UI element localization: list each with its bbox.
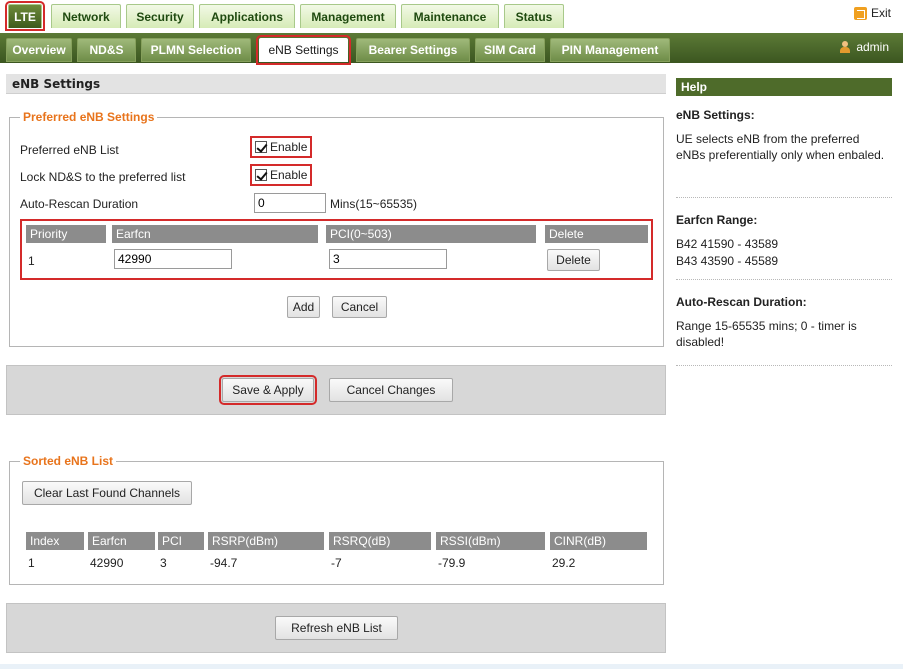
- cancel-changes-button[interactable]: Cancel Changes: [329, 378, 453, 402]
- preferred-enb-list-label: Preferred eNB List: [20, 143, 119, 157]
- cancel-button[interactable]: Cancel: [332, 296, 387, 318]
- subtab-plmn-selection[interactable]: PLMN Selection: [141, 38, 251, 62]
- tab-status[interactable]: Status: [504, 4, 564, 28]
- auto-rescan-unit: Mins(15~65535): [330, 197, 418, 211]
- col-rsrq: RSRQ(dB): [329, 532, 431, 550]
- col-earfcn: Earfcn: [112, 225, 318, 243]
- col-priority: Priority: [26, 225, 106, 243]
- tab-lte[interactable]: LTE: [5, 1, 45, 31]
- help-earfcn-line2: B43 43590 - 45589: [676, 254, 779, 268]
- preferred-enb-list-enable[interactable]: Enable: [250, 136, 313, 158]
- exit-link[interactable]: Exit: [853, 6, 891, 20]
- col-rssi: RSSI(dBm): [436, 532, 545, 550]
- help-rescan-title: Auto-Rescan Duration:: [676, 295, 807, 309]
- refresh-enb-list-button[interactable]: Refresh eNB List: [275, 616, 398, 640]
- help-divider: [676, 365, 892, 366]
- lock-nds-enable[interactable]: Enable: [250, 164, 313, 186]
- tab-applications[interactable]: Applications: [199, 4, 295, 28]
- col-index: Index: [26, 532, 84, 550]
- subtab-sim-card[interactable]: SIM Card: [475, 38, 545, 62]
- tab-maintenance[interactable]: Maintenance: [401, 4, 499, 28]
- save-apply-button[interactable]: Save & Apply: [219, 375, 317, 405]
- sorted-enb-legend: Sorted eNB List: [20, 454, 117, 468]
- help-enb-settings-text: UE selects eNB from the preferred eNBs p…: [676, 132, 885, 162]
- subtab-pin-management[interactable]: PIN Management: [550, 38, 670, 62]
- rsrq-cell: -7: [331, 556, 342, 570]
- delete-button[interactable]: Delete: [547, 249, 600, 271]
- enable-label: Enable: [270, 140, 308, 154]
- preferred-enb-legend: Preferred eNB Settings: [20, 110, 158, 124]
- subtab-bearer-settings[interactable]: Bearer Settings: [356, 38, 470, 62]
- subtab-enb-settings[interactable]: eNB Settings: [256, 35, 351, 65]
- help-divider: [676, 197, 892, 198]
- col-cinr: CINR(dB): [550, 532, 647, 550]
- subtab-nds[interactable]: ND&S: [77, 38, 136, 62]
- help-enb-settings-title: eNB Settings:: [676, 108, 755, 122]
- bottom-border: [0, 664, 903, 669]
- earfcn-input[interactable]: [114, 249, 232, 269]
- col-rsrp: RSRP(dBm): [208, 532, 324, 550]
- help-earfcn-line1: B42 41590 - 43589: [676, 237, 779, 251]
- help-header: Help: [676, 78, 892, 96]
- help-divider: [676, 279, 892, 280]
- col-pci: PCI(0~503): [326, 225, 536, 243]
- top-nav: LTE Network Security Applications Manage…: [0, 0, 903, 33]
- checkbox-checked-icon[interactable]: [255, 169, 267, 181]
- exit-icon: [853, 6, 867, 20]
- rsrp-cell: -94.7: [210, 556, 238, 570]
- subtab-overview[interactable]: Overview: [6, 38, 72, 62]
- tab-security[interactable]: Security: [126, 4, 194, 28]
- pci-input[interactable]: [329, 249, 447, 269]
- earfcn-cell: 42990: [90, 556, 124, 570]
- help-earfcn-title: Earfcn Range:: [676, 213, 758, 227]
- col-delete: Delete: [545, 225, 648, 243]
- checkbox-checked-icon[interactable]: [255, 141, 267, 153]
- exit-label: Exit: [870, 6, 891, 20]
- lock-nds-label: Lock ND&S to the preferred list: [20, 170, 186, 184]
- help-rescan-text: Range 15-65535 mins; 0 - timer is disabl…: [676, 319, 857, 349]
- user-icon: [840, 41, 851, 53]
- admin-label: admin: [856, 40, 889, 54]
- col-earfcn: Earfcn: [88, 532, 155, 550]
- enable-label: Enable: [270, 168, 308, 182]
- priority-cell: 1: [28, 254, 35, 268]
- pci-cell: 3: [160, 556, 167, 570]
- clear-last-found-button[interactable]: Clear Last Found Channels: [22, 481, 192, 505]
- index-cell: 1: [28, 556, 35, 570]
- add-button[interactable]: Add: [287, 296, 320, 318]
- rssi-cell: -79.9: [438, 556, 466, 570]
- auto-rescan-label: Auto-Rescan Duration: [20, 197, 139, 211]
- tab-management[interactable]: Management: [300, 4, 396, 28]
- sub-nav: Overview ND&S PLMN Selection eNB Setting…: [0, 33, 903, 65]
- auto-rescan-input[interactable]: [254, 193, 326, 213]
- page-title: eNB Settings: [6, 74, 666, 94]
- cinr-cell: 29.2: [552, 556, 576, 570]
- tab-network[interactable]: Network: [51, 4, 121, 28]
- col-pci: PCI: [158, 532, 204, 550]
- admin-user[interactable]: admin: [840, 40, 889, 54]
